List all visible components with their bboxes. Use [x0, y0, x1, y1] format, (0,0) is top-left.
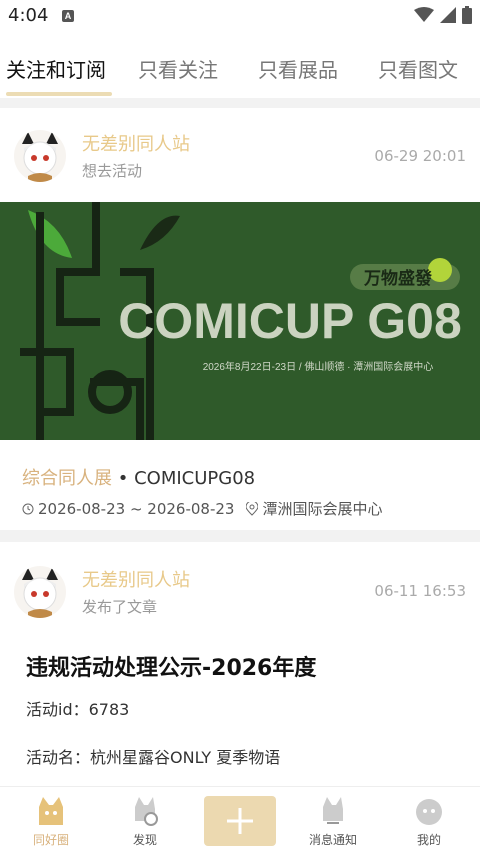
nav-notifications-label: 消息通知 [308, 833, 357, 847]
bottom-nav: 同好圈 发现 消息通知 我的 [0, 786, 480, 854]
tab-following-only[interactable]: 只看关注 [138, 54, 218, 83]
user-action: 想去活动 [82, 162, 143, 180]
event-meta: 2026-08-23 ~ 2026-08-23 潭洲国际会展中心 [22, 498, 382, 519]
signal-icon [440, 7, 456, 23]
feed-card-event[interactable]: 无差别同人站 想去活动 06-29 20:01 万物盛發 COMICUP G08… [0, 108, 480, 530]
banner-subtitle: 2026年8月22日-23日 / 佛山顺德 · 潭洲国际会展中心 [203, 360, 434, 373]
user-name[interactable]: 无差别同人站 [82, 130, 190, 156]
event-name: COMICUPG08 [134, 468, 256, 489]
location-icon [246, 501, 259, 516]
event-venue: 潭洲国际会展中心 [262, 500, 383, 518]
separator-dot: • [117, 468, 129, 489]
nav-profile-label: 我的 [416, 833, 441, 847]
banner-artwork: 万物盛發 COMICUP G08 2026年8月22日-23日 / 佛山顺德 ·… [0, 202, 480, 440]
active-tab-indicator [6, 92, 112, 96]
event-date-range: 2026-08-23 ~ 2026-08-23 [38, 499, 235, 518]
tab-following-subscriptions[interactable]: 关注和订阅 [6, 54, 106, 83]
event-banner[interactable]: 万物盛發 COMICUP G08 2026年8月22日-23日 / 佛山顺德 ·… [0, 202, 480, 440]
community-icon [39, 797, 63, 825]
post-time: 06-29 20:01 [374, 147, 466, 165]
post-time: 06-11 16:53 [374, 582, 466, 600]
clock-icon [22, 503, 34, 514]
feed-tabs: 关注和订阅 只看关注 只看展品 只看图文 [0, 32, 480, 98]
article-line: 活动名：杭州星露谷ONLY 夏季物语 [26, 748, 281, 767]
nav-notifications[interactable]: 消息通知 [298, 787, 368, 854]
status-time: 4:04 [8, 5, 49, 26]
plus-icon [227, 808, 253, 834]
profile-icon [416, 799, 442, 825]
status-bar: 4:04 A [0, 0, 480, 32]
wifi-icon [414, 7, 434, 22]
avatar[interactable] [14, 130, 66, 182]
notification-icon: A [62, 10, 74, 22]
article-line: 活动id：6783 [26, 700, 130, 719]
tab-exhibits-only[interactable]: 只看展品 [258, 54, 338, 83]
nav-profile[interactable]: 我的 [394, 787, 464, 854]
status-icons [414, 6, 472, 24]
user-name[interactable]: 无差别同人站 [82, 566, 190, 592]
banner-tagline: 万物盛發 [363, 268, 432, 288]
discover-icon [135, 797, 158, 826]
feed-card-article[interactable]: 无差别同人站 发布了文章 06-11 16:53 违规活动处理公示-2026年度… [0, 542, 480, 786]
tab-posts-only[interactable]: 只看图文 [378, 54, 458, 83]
avatar[interactable] [14, 566, 66, 618]
nav-discover[interactable]: 发现 [110, 787, 180, 854]
event-heading[interactable]: 综合同人展 • COMICUPG08 [22, 464, 255, 490]
user-action: 发布了文章 [82, 598, 158, 616]
event-category[interactable]: 综合同人展 [22, 468, 112, 489]
nav-community-label: 同好圈 [32, 833, 69, 847]
add-post-button[interactable] [204, 796, 276, 846]
banner-title: COMICUP G08 [118, 293, 462, 349]
bell-icon [323, 797, 343, 824]
article-title[interactable]: 违规活动处理公示-2026年度 [26, 650, 316, 682]
battery-icon [462, 6, 472, 24]
nav-community[interactable]: 同好圈 [16, 787, 86, 854]
nav-discover-label: 发现 [132, 833, 157, 847]
